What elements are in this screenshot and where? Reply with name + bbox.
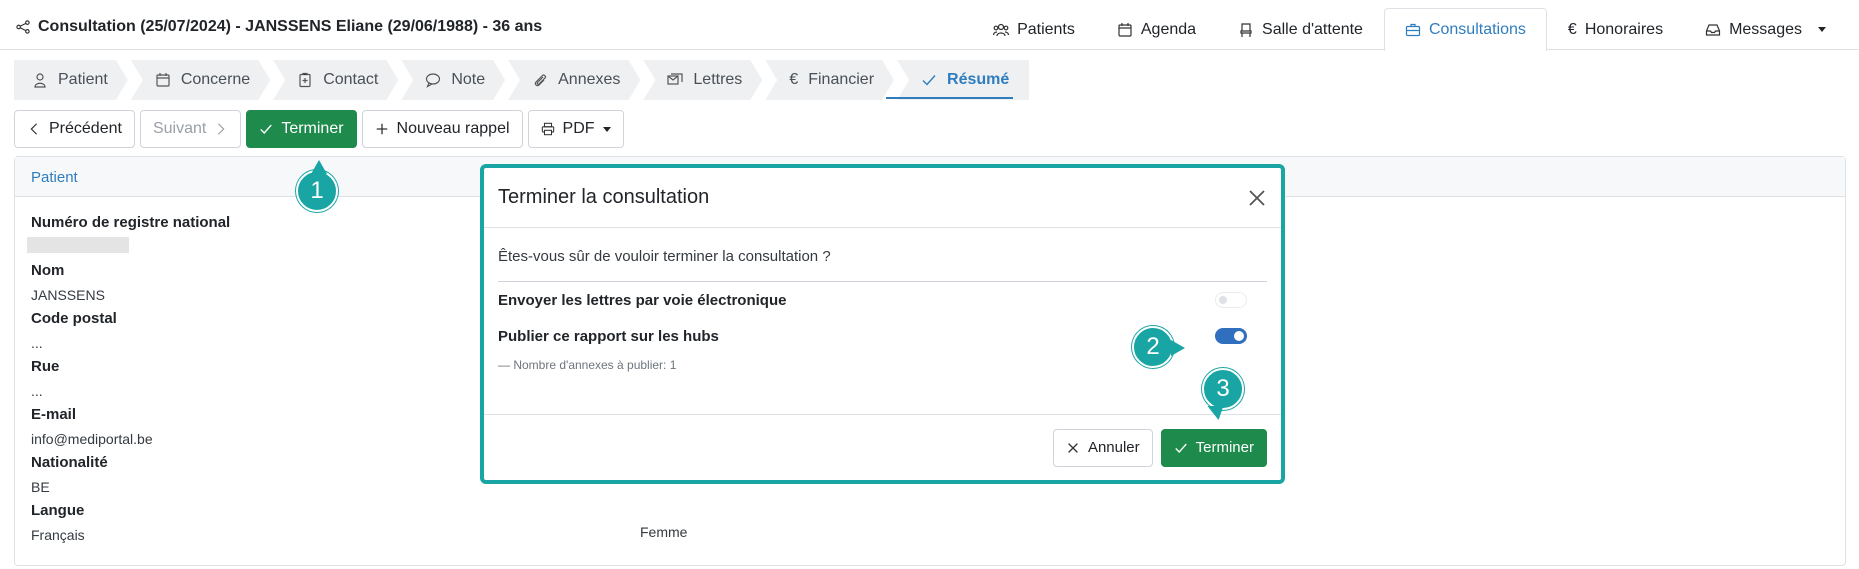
tab-waiting-room[interactable]: Salle d'attente — [1217, 8, 1384, 50]
chevron-left-icon — [30, 123, 38, 135]
step-financier-label: Financier — [808, 71, 875, 88]
cancel-button[interactable]: Annuler — [1052, 428, 1153, 467]
tab-consultations-label: Consultations — [1428, 21, 1526, 38]
tab-agenda-label: Agenda — [1140, 20, 1197, 38]
share-nodes-icon — [16, 20, 30, 34]
printer-icon — [541, 122, 554, 136]
publish-hubs-toggle[interactable] — [1215, 328, 1247, 344]
close-icon — [1249, 189, 1265, 206]
caret-down-icon — [602, 126, 611, 132]
langue-value: Français — [31, 527, 85, 543]
clipboard-plus-icon — [297, 72, 313, 88]
toolbar: Précédent Suivant Terminer Nouveau rappe… — [14, 110, 624, 148]
step-lettres[interactable]: Lettres — [643, 60, 762, 100]
step-note[interactable]: Note — [401, 60, 505, 100]
send-letters-label: Envoyer les lettres par voie électroniqu… — [498, 291, 787, 309]
euro-icon: € — [789, 71, 799, 88]
user-icon — [32, 72, 48, 88]
plus-icon — [376, 123, 387, 135]
step-note-label: Note — [451, 71, 486, 88]
callout-1-number: 1 — [310, 177, 324, 204]
step-annexes-label: Annexes — [558, 71, 621, 88]
modal-title: Terminer la consultation — [498, 186, 710, 208]
check-icon — [1174, 443, 1187, 453]
send-letters-row: Envoyer les lettres par voie électroniqu… — [498, 282, 1267, 318]
step-annexes[interactable]: Annexes — [508, 60, 640, 100]
modal-footer: Annuler Terminer — [484, 414, 1281, 480]
caret-down-icon — [1818, 27, 1826, 32]
callout-1: 1 — [296, 160, 338, 212]
langue-label: Langue — [31, 502, 85, 519]
finish-button-label: Terminer — [281, 120, 344, 137]
step-resume-label: Résumé — [947, 71, 1010, 88]
confirm-finish-button[interactable]: Terminer — [1160, 428, 1267, 467]
tab-patients-label: Patients — [1017, 20, 1075, 38]
finish-button[interactable]: Terminer — [246, 110, 357, 148]
check-icon — [922, 75, 936, 86]
tab-messages[interactable]: Messages — [1684, 8, 1847, 50]
top-navbar: Consultation (25/07/2024) - JANSSENS Eli… — [0, 0, 1859, 51]
step-patient[interactable]: Patient — [14, 60, 128, 100]
pdf-button-label: PDF — [562, 120, 595, 137]
euro-icon: € — [1567, 20, 1577, 38]
tab-honoraires-label: Honoraires — [1584, 20, 1664, 38]
finish-consultation-modal: Terminer la consultation Êtes-vous sûr d… — [480, 164, 1285, 484]
new-reminder-button[interactable]: Nouveau rappel — [361, 110, 523, 148]
next-button[interactable]: Suivant — [139, 110, 242, 148]
callout-3-number: 3 — [1216, 375, 1230, 402]
tab-waiting-room-label: Salle d'attente — [1262, 20, 1363, 38]
callout-2: 2 — [1132, 326, 1185, 368]
users-icon — [993, 23, 1010, 36]
step-contact[interactable]: Contact — [273, 60, 398, 100]
step-resume[interactable]: Résumé — [897, 60, 1030, 100]
tab-messages-label: Messages — [1729, 20, 1802, 38]
step-financier[interactable]: € Financier — [765, 60, 894, 100]
tab-honoraires[interactable]: € Honoraires — [1547, 8, 1684, 50]
tab-consultations[interactable]: Consultations — [1383, 8, 1547, 51]
tab-patients[interactable]: Patients — [972, 8, 1096, 50]
step-lettres-label: Lettres — [693, 71, 743, 88]
previous-button-label: Précédent — [49, 120, 122, 137]
main-nav: Patients Agenda Salle d'attente Consulta… — [972, 8, 1847, 51]
page-title: Consultation (25/07/2024) - JANSSENS Eli… — [16, 18, 542, 36]
chevron-right-icon — [218, 123, 225, 135]
sexe-value: Femme — [640, 524, 688, 540]
close-button[interactable] — [1245, 186, 1269, 210]
cancel-button-label: Annuler — [1087, 439, 1140, 456]
send-letters-toggle[interactable] — [1215, 292, 1247, 308]
paperclip-icon — [532, 72, 548, 88]
inbox-icon — [1705, 23, 1721, 36]
confirm-finish-button-label: Terminer — [1195, 439, 1254, 456]
active-step-indicator — [886, 97, 1013, 99]
callout-2-number: 2 — [1146, 333, 1160, 360]
previous-button[interactable]: Précédent — [14, 110, 135, 148]
step-concerne[interactable]: Concerne — [131, 60, 270, 100]
briefcase-icon — [1405, 23, 1421, 37]
close-icon — [1068, 442, 1078, 453]
confirm-question: Êtes-vous sûr de vouloir terminer la con… — [498, 228, 1267, 282]
calendar-icon — [155, 72, 171, 88]
new-reminder-button-label: Nouveau rappel — [396, 120, 510, 137]
callout-3: 3 — [1202, 368, 1244, 420]
step-patient-label: Patient — [58, 71, 108, 88]
step-concerne-label: Concerne — [180, 71, 251, 88]
pdf-dropdown-button[interactable]: PDF — [527, 110, 624, 148]
modal-header: Terminer la consultation — [484, 168, 1281, 228]
comment-icon — [425, 72, 441, 88]
check-icon — [260, 124, 273, 134]
tab-agenda[interactable]: Agenda — [1096, 8, 1217, 50]
calendar-icon — [1118, 22, 1132, 37]
step-contact-label: Contact — [323, 71, 379, 88]
envelopes-icon — [667, 72, 683, 88]
next-button-label: Suivant — [152, 120, 207, 137]
chair-icon — [1240, 22, 1252, 37]
publish-hubs-label: Publier ce rapport sur les hubs — [498, 327, 719, 345]
consultation-steps: Patient Concerne Contact Note Annexes Le… — [14, 60, 1032, 100]
niss-redacted-value — [27, 237, 129, 253]
page-title-text: Consultation (25/07/2024) - JANSSENS Eli… — [38, 18, 543, 35]
